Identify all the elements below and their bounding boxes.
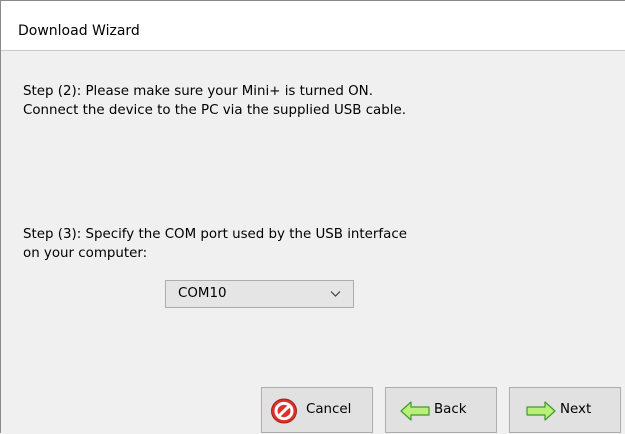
chevron-down-icon	[330, 291, 341, 297]
back-button[interactable]: Back	[385, 387, 497, 433]
com-port-select[interactable]: COM10	[165, 280, 354, 308]
back-button-label: Back	[434, 402, 467, 417]
download-wizard-window: Download Wizard Step (2): Please make su…	[0, 0, 625, 434]
wizard-body: Step (2): Please make sure your Mini+ is…	[1, 51, 625, 434]
step3-instructions: Step (3): Specify the COM port used by t…	[23, 227, 407, 261]
wizard-header: Download Wizard	[1, 1, 625, 51]
step2-instructions: Step (2): Please make sure your Mini+ is…	[23, 84, 406, 118]
next-arrow-icon	[526, 401, 556, 421]
next-button-label: Next	[560, 402, 592, 417]
com-port-selected-value: COM10	[178, 286, 227, 301]
back-arrow-icon	[400, 401, 430, 421]
cancel-button[interactable]: Cancel	[261, 387, 373, 433]
cancel-button-label: Cancel	[306, 402, 352, 417]
cancel-icon	[271, 398, 297, 424]
window-title: Download Wizard	[18, 23, 140, 39]
next-button[interactable]: Next	[509, 387, 621, 433]
